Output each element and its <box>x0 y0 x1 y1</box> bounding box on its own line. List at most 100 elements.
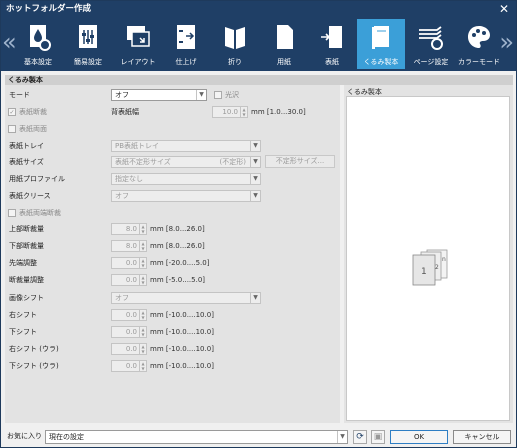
staple-doc-icon <box>177 25 195 49</box>
spin-arrows-icon[interactable]: ▲ ▼ <box>139 275 146 285</box>
chevron-down-icon: ▼ <box>250 141 260 151</box>
cover-tray-value: PB表紙トレイ <box>115 142 160 150</box>
cover-trim-label: 表紙断裁 <box>19 108 47 116</box>
page-gear-icon <box>419 26 443 50</box>
scroll-right-icon[interactable]: » <box>499 28 514 56</box>
favorites-select[interactable]: 現在の設定 ▼ <box>45 430 348 444</box>
tab-finishing[interactable]: 仕上げ <box>164 19 208 69</box>
cover-size-note: (不定形) <box>219 158 246 166</box>
tab-paper[interactable]: 用紙 <box>261 19 307 69</box>
cover-both-trim-checkbox[interactable] <box>8 209 16 217</box>
save-icon[interactable]: ▣ <box>371 430 385 444</box>
cover-icon <box>321 26 342 48</box>
book-icon <box>372 26 389 49</box>
section-header: くるみ製本 <box>5 75 513 85</box>
bottom-trim-input[interactable]: 8.0 ▲ ▼ <box>111 240 147 252</box>
bottom-trim-label: 下部断裁量 <box>9 242 44 250</box>
chevron-down-icon: ▼ <box>250 191 260 201</box>
tab-perfect-binding[interactable]: くるみ製本 <box>357 19 405 69</box>
preview-page-2: 2 <box>435 264 439 271</box>
tab-label: 簡易設定 <box>74 58 102 66</box>
cover-size-select[interactable]: 表紙不定形サイズ (不定形) ▼ <box>111 156 261 168</box>
preview-canvas: 1 2 n <box>346 96 510 421</box>
hot-folder-dialog: ホットフォルダー作成 ✕ « 基本設定 簡易設定 レイアウト 仕上げ 折り 用紙… <box>0 0 517 448</box>
title-bar: ホットフォルダー作成 ✕ <box>1 1 516 18</box>
down-shift-back-value: 0.0 <box>125 362 137 370</box>
right-shift-back-unit: mm [-10.0....10.0] <box>150 345 214 353</box>
spin-arrows-icon[interactable]: ▲ ▼ <box>139 310 146 320</box>
lead-adjust-label: 先端調整 <box>9 259 37 267</box>
mode-select[interactable]: オフ ▼ <box>111 89 207 101</box>
spine-width-label: 背表紙幅 <box>111 108 139 116</box>
tab-simple[interactable]: 簡易設定 <box>65 19 111 69</box>
image-shift-select[interactable]: オフ ▼ <box>111 292 261 304</box>
chevron-down-icon: ▼ <box>337 431 347 443</box>
lead-adjust-input[interactable]: 0.0 ▲ ▼ <box>111 257 147 269</box>
spine-width-value: 10.0 <box>222 108 238 116</box>
palette-icon <box>468 26 490 48</box>
cover-tray-select[interactable]: PB表紙トレイ ▼ <box>111 140 261 152</box>
layout-icon <box>127 26 150 47</box>
spin-arrows-icon[interactable]: ▲ ▼ <box>139 241 146 251</box>
footer-bar: お気に入り 現在の設定 ▼ ⟳ ▣ OK キャンセル <box>1 425 516 447</box>
paper-profile-value: 指定なし <box>115 175 143 183</box>
custom-size-button[interactable]: 不定形サイズ... <box>265 155 335 168</box>
close-icon[interactable]: ✕ <box>497 2 511 16</box>
spin-arrows-icon[interactable]: ▲ ▼ <box>139 327 146 337</box>
spin-arrows-icon[interactable]: ▲ ▼ <box>139 258 146 268</box>
cover-trim-checkbox[interactable]: ✓ <box>8 108 16 116</box>
right-shift-back-input[interactable]: 0.0 ▲ ▼ <box>111 343 147 355</box>
chevron-down-icon: ▼ <box>250 174 260 184</box>
tab-cover[interactable]: 表紙 <box>310 19 354 69</box>
gloss-label: 光沢 <box>225 91 239 99</box>
cover-both-sides-checkbox[interactable] <box>8 125 16 133</box>
spine-width-input[interactable]: 10.0 ▲ ▼ <box>212 106 248 118</box>
tab-color-mode[interactable]: カラーモード <box>456 19 502 69</box>
cover-both-sides-label: 表紙両面 <box>19 125 47 133</box>
top-trim-input[interactable]: 8.0 ▲ ▼ <box>111 223 147 235</box>
right-shift-input[interactable]: 0.0 ▲ ▼ <box>111 309 147 321</box>
cover-crease-value: オフ <box>115 192 129 200</box>
down-shift-label: 下シフト <box>9 328 37 336</box>
trim-adjust-input[interactable]: 0.0 ▲ ▼ <box>111 274 147 286</box>
down-shift-input[interactable]: 0.0 ▲ ▼ <box>111 326 147 338</box>
image-shift-label: 画像シフト <box>9 294 44 302</box>
favorites-label: お気に入り <box>7 432 42 440</box>
right-shift-back-value: 0.0 <box>125 345 137 353</box>
fold-icon <box>225 27 245 49</box>
lead-adjust-value: 0.0 <box>125 259 137 267</box>
cover-size-label: 表紙サイズ <box>9 158 44 166</box>
cover-tray-label: 表紙トレイ <box>9 142 44 150</box>
settings-toolbar: « 基本設定 簡易設定 レイアウト 仕上げ 折り 用紙 表紙 くるみ製本 ページ… <box>1 18 516 71</box>
refresh-icon[interactable]: ⟳ <box>353 430 367 444</box>
tab-fold[interactable]: 折り <box>213 19 257 69</box>
cover-crease-label: 表紙クリース <box>9 192 51 200</box>
down-shift-back-label: 下シフト (ウラ) <box>9 362 59 370</box>
tab-page-setup[interactable]: ページ設定 <box>407 19 455 69</box>
paper-profile-label: 用紙プロファイル <box>9 175 65 183</box>
tab-basic[interactable]: 基本設定 <box>15 19 61 69</box>
right-shift-unit: mm [-10.0....10.0] <box>150 311 214 319</box>
spine-width-unit: mm [1.0...30.0] <box>251 108 306 116</box>
down-shift-back-input[interactable]: 0.0 ▲ ▼ <box>111 360 147 372</box>
paper-profile-select[interactable]: 指定なし ▼ <box>111 173 261 185</box>
chevron-down-icon: ▼ <box>196 90 206 100</box>
sliders-doc-icon <box>79 25 97 48</box>
spin-arrows-icon[interactable]: ▲ ▼ <box>139 224 146 234</box>
cover-crease-select[interactable]: オフ ▼ <box>111 190 261 202</box>
cover-both-trim-label: 表紙両端断裁 <box>19 209 61 217</box>
gloss-checkbox[interactable] <box>214 91 222 99</box>
top-trim-unit: mm [8.0...26.0] <box>150 225 205 233</box>
paper-icon <box>277 25 293 49</box>
ok-button[interactable]: OK <box>390 430 448 444</box>
image-shift-value: オフ <box>115 294 129 302</box>
spin-arrows-icon[interactable]: ▲ ▼ <box>139 344 146 354</box>
tab-label: 基本設定 <box>24 58 52 66</box>
tab-label: 折り <box>228 58 242 66</box>
tab-label: 仕上げ <box>175 58 197 66</box>
spin-arrows-icon[interactable]: ▲ ▼ <box>240 107 247 117</box>
tab-layout[interactable]: レイアウト <box>114 19 162 69</box>
cancel-button[interactable]: キャンセル <box>453 430 511 444</box>
spin-arrows-icon[interactable]: ▲ ▼ <box>139 361 146 371</box>
top-trim-label: 上部断裁量 <box>9 225 44 233</box>
